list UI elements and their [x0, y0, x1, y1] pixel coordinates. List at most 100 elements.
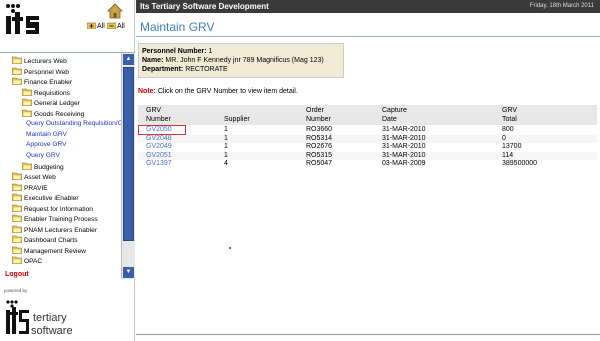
menu-item-lecturers-web[interactable]: Lecturers Web — [12, 56, 67, 65]
order-number-cell: RO5314 — [306, 134, 333, 142]
powered-by-text: powered by — [4, 288, 28, 293]
logo-area: All All — [0, 0, 135, 48]
menu-item-label: Maintain GRV — [26, 130, 67, 138]
current-date: Friday, 18th March 2011 — [529, 3, 594, 9]
menu-item-general-ledger[interactable]: General Ledger — [22, 98, 80, 107]
top-bar: Its Tertiary Software Development Friday… — [136, 0, 600, 13]
expand-all-label: All — [97, 23, 105, 30]
supplier-cell: 4 — [224, 160, 228, 167]
grv-number-link[interactable]: GV2048 — [146, 135, 172, 144]
menu-item-executive-ienabler[interactable]: Executive iEnabler — [12, 193, 79, 202]
grv-table: GRV Number Supplier Order Number Capture Date… — [138, 105, 597, 169]
folder-icon — [12, 67, 22, 75]
menu-item-dashboard-charts[interactable]: Dashboard Charts — [12, 235, 78, 244]
menu-item-label: Budgeting — [34, 163, 64, 171]
menu-item-label: Personnel Web — [24, 68, 69, 76]
grv-total-cell: 13700 — [502, 143, 522, 150]
folder-icon — [12, 193, 22, 202]
menu-item-enabler-training-process[interactable]: Enabler Training Process — [12, 214, 98, 223]
grv-number-link[interactable]: GV2051 — [146, 152, 172, 161]
collapse-all-label: All — [117, 23, 125, 30]
menu-item-management-review[interactable]: Management Review — [12, 246, 86, 255]
column-header-line: GRV — [146, 107, 162, 114]
folder-icon — [12, 225, 22, 233]
capture-date-cell: 31-MAR-2010 — [382, 126, 426, 133]
folder-icon — [22, 88, 32, 96]
folder-icon — [12, 183, 22, 191]
menu-item-goods-receiving[interactable]: Goods Receiving — [22, 109, 84, 118]
menu-item-label: PNAM Lecturers Enabler — [24, 226, 97, 234]
menu-item-label: Asset Web — [24, 174, 56, 182]
collapse-all-button[interactable]: All — [107, 22, 125, 30]
menu-item-label: Dashboard Charts — [24, 237, 78, 245]
table-row: GV2049 1 RO2676 31-MAR-2010 13700 — [138, 143, 597, 152]
supplier-cell: 1 — [224, 151, 228, 159]
grv-number-link[interactable]: GV2050 — [146, 126, 172, 135]
table-row: GV2050 1 RO3660 31-MAR-2010 800 — [138, 126, 597, 135]
column-header-line: Date — [382, 115, 397, 123]
folder-icon — [12, 214, 22, 223]
personnel-number-label: Personnel Number: — [142, 48, 207, 55]
column-header-line: GRV — [502, 107, 518, 114]
column-header-line: Total — [502, 115, 517, 123]
folder-icon — [12, 257, 22, 265]
order-number-cell: RO3660 — [306, 126, 333, 133]
scroll-thumb[interactable] — [123, 67, 134, 241]
personnel-info-box: Personnel Number: 1 Name: MR. John F Ken… — [138, 43, 344, 78]
supplier-cell: 1 — [224, 134, 228, 142]
grv-number-link[interactable]: GV1397 — [146, 160, 172, 169]
menu-item-approve-grv[interactable]: Approve GRV — [26, 140, 67, 149]
menu-item-maintain-grv[interactable]: Maintain GRV — [26, 130, 67, 139]
folder-icon — [22, 109, 32, 117]
menu-scrollbar[interactable]: ▲ ▼ — [121, 53, 135, 279]
menu-item-label: Lecturers Web — [24, 58, 67, 65]
folder-icon — [12, 56, 22, 64]
column-header-line: Number — [146, 115, 171, 123]
menu-item-requisitions[interactable]: Requisitions — [22, 88, 70, 97]
menu-item-asset-web[interactable]: Asset Web — [12, 172, 56, 181]
title-divider — [136, 36, 600, 37]
menu-item-label: Executive iEnabler — [24, 195, 79, 203]
grv-total-cell: 114 — [502, 151, 514, 159]
table-row: GV1397 4 RO5047 03-MAR-2009 389500000 — [138, 160, 597, 169]
home-icon[interactable] — [107, 3, 123, 19]
brand-line-1: tertiary — [33, 312, 67, 324]
grv-number-link[interactable]: GV2049 — [146, 143, 172, 152]
column-header: Capture Date — [382, 107, 407, 124]
stray-dot — [229, 247, 231, 249]
table-row: GV2051 1 RO5315 31-MAR-2010 114 — [138, 151, 597, 161]
personnel-number-value: 1 — [208, 48, 213, 55]
main-content: Its Tertiary Software Development Friday… — [136, 0, 600, 341]
menu-item-label: Approve GRV — [26, 141, 67, 149]
personnel-number-row: Personnel Number: 1 — [142, 47, 340, 56]
instruction-note: Note: Click on the GRV Number to view it… — [138, 88, 298, 95]
menu-item-pravie[interactable]: PRAVIE — [12, 183, 48, 192]
menu-item-query-outstanding-requisition-or[interactable]: Query Outstanding Requisition/Or — [26, 119, 121, 128]
menu-item-personnel-web[interactable]: Personnel Web — [12, 67, 69, 76]
menu-item-query-grv[interactable]: Query GRV — [26, 151, 60, 160]
menu-item-request-for-information[interactable]: Request for Information — [12, 204, 93, 213]
menu-item-budgeting[interactable]: Budgeting — [22, 162, 64, 171]
menu-frame: Lecturers Web Personnel Web Finance Enable… — [0, 52, 135, 279]
column-header: Order Number — [306, 107, 331, 124]
logout-link[interactable]: Logout — [5, 271, 29, 278]
menu-item-pnam-lecturers-enabler[interactable]: PNAM Lecturers Enabler — [12, 225, 97, 234]
supplier-cell: 1 — [224, 143, 228, 150]
menu-item-label: General Ledger — [34, 100, 80, 108]
name-label: Name: — [142, 57, 164, 64]
brand-line-2: software — [31, 325, 73, 337]
note-text: Click on the GRV Number to view item det… — [157, 88, 298, 95]
column-header-line: Number — [306, 115, 331, 123]
expand-all-button[interactable]: All — [87, 22, 105, 30]
menu-item-finance-enabler[interactable]: Finance Enabler — [12, 77, 72, 86]
scroll-down-arrow-icon[interactable]: ▼ — [123, 267, 134, 278]
menu-item-opac[interactable]: OPAC — [12, 256, 42, 265]
scroll-up-arrow-icon[interactable]: ▲ — [123, 54, 134, 65]
column-header: Supplier — [224, 107, 250, 124]
name-row: Name: MR. John F Kennedy jnr 789 Magnifi… — [142, 56, 340, 65]
capture-date-cell: 03-MAR-2009 — [382, 160, 426, 167]
folder-icon — [22, 98, 32, 107]
column-header-line — [224, 107, 250, 116]
column-header: GRV Number — [146, 107, 171, 124]
folder-minus-icon — [107, 22, 116, 29]
